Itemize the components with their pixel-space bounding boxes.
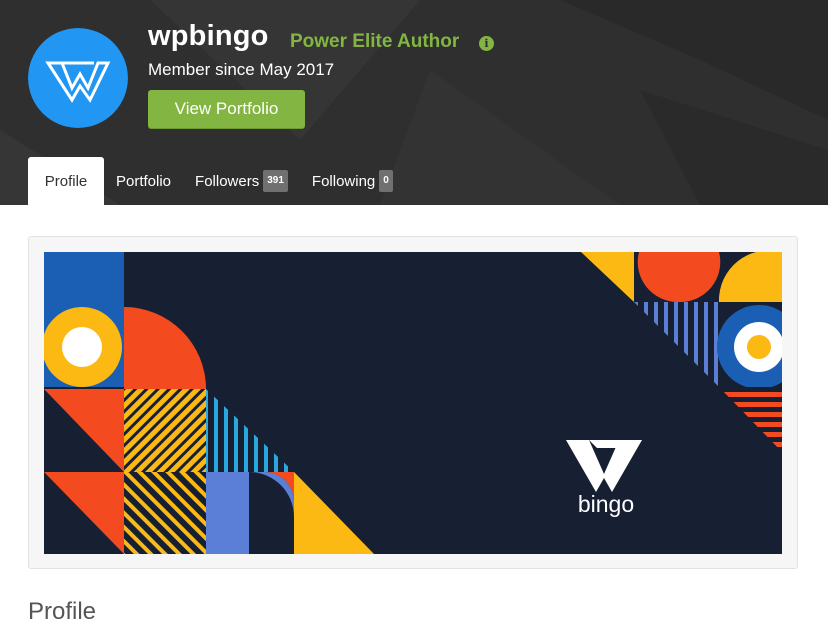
member-since: Member since May 2017 xyxy=(148,60,335,79)
profile-banner-image: bingo xyxy=(44,252,782,554)
wpbingo-logo-icon xyxy=(28,28,128,128)
profile-banner-card: bingo xyxy=(28,236,798,569)
avatar[interactable] xyxy=(28,28,128,128)
profile-tabs: Profile Portfolio Followers 391 Followin… xyxy=(28,157,405,205)
tab-following[interactable]: Following 0 xyxy=(300,157,405,205)
author-badge-title: Power Elite Author xyxy=(290,31,460,52)
following-count-badge: 0 xyxy=(379,170,393,192)
section-heading-profile: Profile xyxy=(28,598,97,625)
profile-header: wpbingo Power Elite Author i Member sinc… xyxy=(0,0,828,205)
tab-label: Followers xyxy=(195,172,260,190)
banner-artwork: bingo xyxy=(44,252,782,554)
author-username: wpbingo xyxy=(148,20,269,52)
followers-count-badge: 391 xyxy=(263,170,288,192)
tab-profile[interactable]: Profile xyxy=(28,157,104,205)
tab-label: Profile xyxy=(44,172,88,190)
tab-label: Following xyxy=(311,172,376,190)
tab-label: Portfolio xyxy=(116,172,172,190)
tab-portfolio[interactable]: Portfolio xyxy=(104,157,183,205)
view-portfolio-button[interactable]: View Portfolio xyxy=(148,90,305,128)
banner-logo-text: bingo xyxy=(578,491,634,517)
tab-followers[interactable]: Followers 391 xyxy=(183,157,300,205)
info-icon[interactable]: i xyxy=(479,36,494,51)
